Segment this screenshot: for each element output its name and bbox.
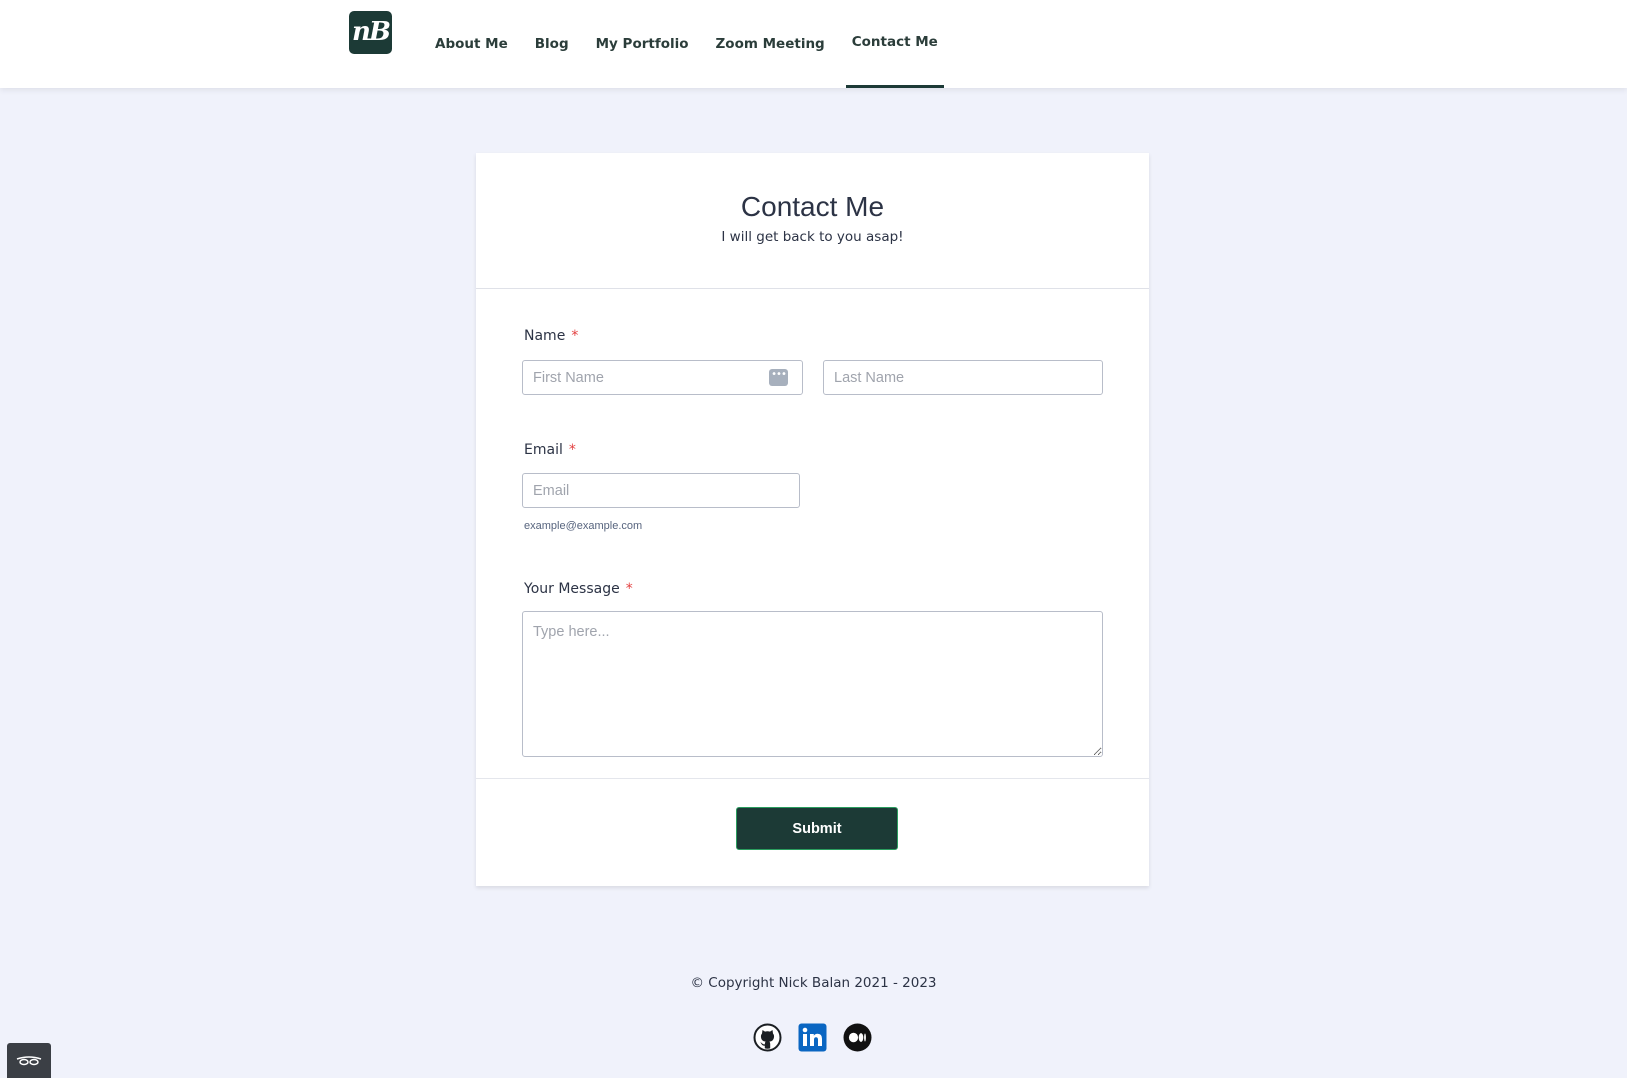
nav-my-portfolio[interactable]: My Portfolio <box>590 0 695 88</box>
nav-zoom-meeting[interactable]: Zoom Meeting <box>710 0 831 88</box>
first-name-input[interactable] <box>522 360 803 395</box>
name-label: Name * <box>524 328 578 344</box>
github-icon[interactable] <box>753 1023 782 1052</box>
form-divider <box>476 778 1149 779</box>
required-asterisk: * <box>571 328 579 344</box>
medium-icon[interactable] <box>843 1023 872 1052</box>
site-logo[interactable]: nB <box>349 11 392 54</box>
required-asterisk: * <box>568 442 576 458</box>
message-label: Your Message * <box>524 581 633 597</box>
last-name-input[interactable] <box>823 360 1103 395</box>
linkedin-icon[interactable] <box>798 1023 827 1052</box>
autofill-key-icon[interactable]: ••• <box>769 369 788 386</box>
form-header: Contact Me I will get back to you asap! <box>476 153 1149 289</box>
form-subtitle: I will get back to you asap! <box>721 229 904 245</box>
glasses-icon <box>16 1056 42 1066</box>
main-nav: About Me Blog My Portfolio Zoom Meeting … <box>429 0 959 88</box>
nav-contact-me[interactable]: Contact Me <box>845 0 944 88</box>
copyright-text: © Copyright Nick Balan 2021 - 2023 <box>690 975 937 991</box>
email-label: Email * <box>524 442 576 458</box>
accessibility-widget-button[interactable] <box>7 1043 51 1078</box>
email-helper-text: example@example.com <box>524 520 643 532</box>
nav-about-me[interactable]: About Me <box>429 0 514 88</box>
submit-button[interactable]: Submit <box>736 807 898 850</box>
name-label-text: Name <box>524 328 566 344</box>
message-textarea[interactable] <box>522 611 1103 757</box>
contact-form-card: Contact Me I will get back to you asap! … <box>476 153 1149 886</box>
message-label-text: Your Message <box>524 581 620 597</box>
required-asterisk: * <box>625 581 633 597</box>
top-navbar: nB About Me Blog My Portfolio Zoom Meeti… <box>0 0 1627 88</box>
email-label-text: Email <box>524 442 563 458</box>
email-input[interactable] <box>522 473 800 508</box>
nav-blog[interactable]: Blog <box>529 0 575 88</box>
form-title: Contact Me <box>740 191 885 222</box>
